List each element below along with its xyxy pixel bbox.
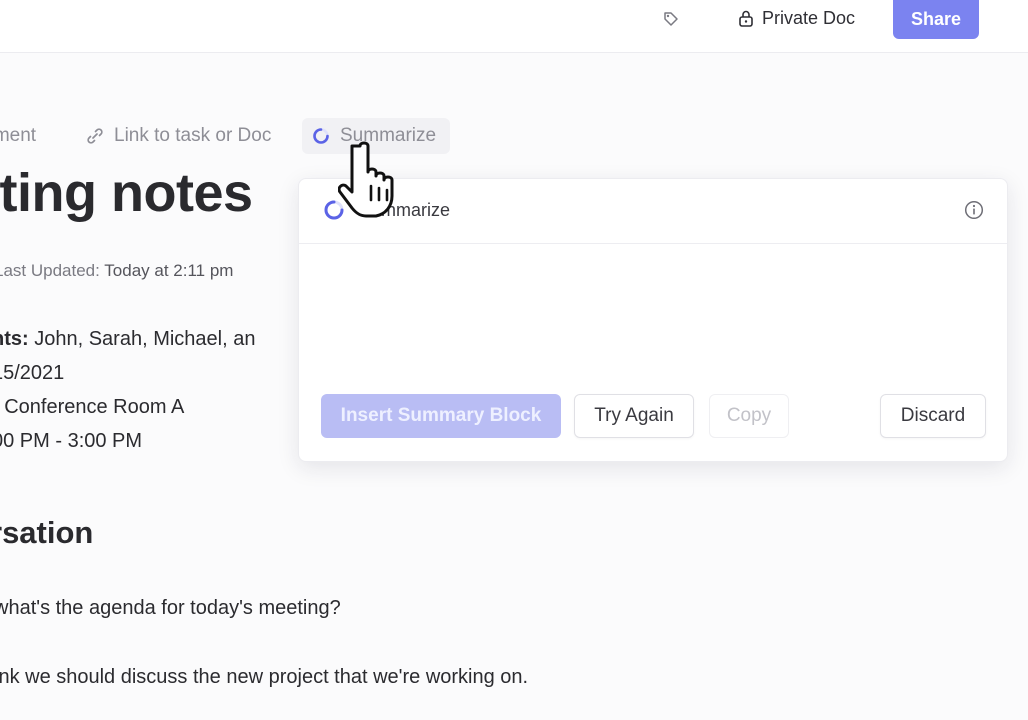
location-value: Conference Room A bbox=[0, 396, 185, 418]
popover-title-label: Summarize bbox=[359, 199, 451, 220]
comment-button[interactable]: mment bbox=[0, 124, 36, 148]
link-icon bbox=[87, 128, 103, 144]
popover-title: Summarize bbox=[323, 199, 450, 221]
last-updated-value: Today at 2:11 pm bbox=[104, 261, 234, 280]
section-heading: rsation bbox=[0, 515, 94, 550]
participants-value: John, Sarah, Michael, an bbox=[28, 328, 256, 350]
copy-button[interactable]: Copy bbox=[709, 394, 789, 438]
ai-spinner-icon bbox=[313, 128, 329, 144]
conversation-line: what's the agenda for today's meeting? bbox=[0, 597, 341, 619]
info-icon bbox=[964, 200, 984, 220]
summarize-label: Summarize bbox=[340, 125, 437, 146]
tag-icon bbox=[664, 12, 678, 26]
summarize-popover: Summarize Insert Summary Block Try Again… bbox=[298, 178, 1008, 462]
last-updated: Last Updated: Today at 2:11 pm bbox=[0, 261, 233, 281]
time-line: 00 PM - 3:00 PM bbox=[0, 430, 143, 452]
link-to-task-label: Link to task or Doc bbox=[114, 125, 272, 146]
page-title: eting notes bbox=[0, 163, 253, 223]
tag-button[interactable] bbox=[660, 8, 682, 30]
location-line: : Conference Room A bbox=[0, 396, 184, 419]
conversation-line: ink we should discuss the new project th… bbox=[0, 666, 529, 688]
info-button[interactable] bbox=[963, 199, 985, 221]
summarize-button[interactable]: Summarize bbox=[302, 118, 451, 154]
share-button[interactable]: Share bbox=[893, 0, 979, 39]
comment-label: mment bbox=[0, 125, 37, 146]
date-line: 15/2021 bbox=[0, 362, 65, 384]
summary-content-area bbox=[299, 244, 1007, 384]
last-updated-label: Last Updated: bbox=[0, 261, 100, 280]
try-again-button[interactable]: Try Again bbox=[574, 394, 694, 438]
participants-label: nts: bbox=[0, 328, 29, 350]
ai-spinner-icon bbox=[324, 200, 344, 220]
lock-icon bbox=[739, 10, 753, 27]
participants-line: nts: John, Sarah, Michael, an bbox=[0, 328, 255, 351]
insert-summary-block-button[interactable]: Insert Summary Block bbox=[321, 394, 561, 438]
link-to-task-button[interactable]: Link to task or Doc bbox=[86, 124, 271, 148]
top-bar: Private Doc Share bbox=[0, 0, 1028, 53]
private-doc-label: Private Doc bbox=[762, 7, 856, 28]
document-page: Private Doc Share mment Link to task or … bbox=[0, 0, 1028, 720]
popover-header: Summarize bbox=[299, 179, 1007, 244]
discard-button[interactable]: Discard bbox=[880, 394, 986, 438]
private-doc-button[interactable]: Private Doc bbox=[738, 5, 855, 31]
